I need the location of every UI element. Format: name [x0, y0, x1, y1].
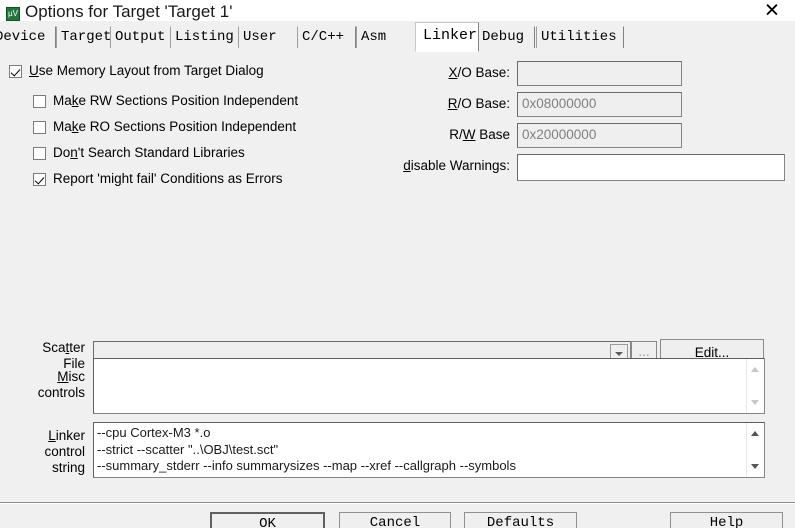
tab-label: Output	[115, 29, 166, 45]
accel-char: n	[70, 145, 78, 160]
tab-label: Target	[61, 29, 112, 45]
tab-user[interactable]: User	[238, 26, 300, 48]
xo-base-label: X/O Base:	[330, 65, 510, 80]
misc-label-line2: controls	[37, 385, 85, 400]
label-pre: Ma	[53, 119, 72, 134]
accel-char: d	[403, 158, 411, 173]
checkbox-label: Don't Search Standard Libraries	[53, 145, 245, 160]
title-bar: µV Options for Target 'Target 1' ✕	[0, 0, 795, 21]
misc-controls-scrollbar[interactable]	[746, 359, 764, 413]
misc-label-line1: Misc	[57, 369, 85, 384]
tab-label: Linker	[423, 27, 478, 44]
accel-char: g	[114, 171, 122, 186]
checkbox-box[interactable]	[33, 147, 46, 160]
accel-char: k	[71, 119, 79, 134]
options-for-target-dialog: µV Options for Target 'Target 1' ✕ Devic…	[0, 0, 795, 528]
checkbox-label: Make RW Sections Position Independent	[53, 93, 298, 108]
checkbox-box[interactable]	[33, 95, 46, 108]
scroll-up-icon[interactable]	[751, 365, 760, 374]
uvision-logo-icon: µV	[6, 7, 20, 21]
label-rest: se Memory Layout from Target Dialog	[38, 63, 264, 78]
disable-warnings-input[interactable]	[517, 154, 785, 181]
misc-controls-value	[94, 359, 747, 413]
accel-char: R	[447, 96, 458, 111]
accel-char: t	[65, 340, 70, 355]
accel-char: W	[462, 127, 476, 142]
tab-label: User	[243, 29, 277, 45]
linker-control-string-scrollbar[interactable]	[746, 423, 764, 477]
label-rest: e RO Sections Position Independent	[78, 119, 297, 134]
misc-controls-label: Misc controls	[8, 369, 85, 401]
tab-label: Asm	[361, 29, 387, 45]
label-rest: e RW Sections Position Independent	[78, 93, 299, 108]
checkbox-box[interactable]	[9, 65, 22, 78]
ro-base-label: R/O Base:	[330, 96, 510, 111]
dialog-button-bar: OK Cancel Defaults Help	[0, 504, 795, 528]
close-glyph: ✕	[764, 0, 780, 22]
lcs-label-line3: string	[51, 460, 85, 475]
window-title: Options for Target 'Target 1'	[25, 2, 233, 21]
tab-utilities[interactable]: Utilities	[536, 26, 624, 48]
ok-button[interactable]: OK	[210, 512, 325, 528]
linker-tab-panel: Use Memory Layout from Target Dialog Mak…	[0, 53, 795, 503]
tab-listing[interactable]: Listing	[170, 26, 241, 48]
ro-base-input[interactable]: 0x08000000	[517, 92, 682, 117]
caret-glyph	[615, 352, 623, 356]
cancel-button[interactable]: Cancel	[339, 512, 451, 528]
scroll-down-icon[interactable]	[751, 398, 760, 407]
tab-label: Debug	[482, 29, 525, 45]
label-pre: Report 'mi	[53, 171, 115, 186]
accel-char: k	[71, 93, 79, 108]
help-button[interactable]: Help	[670, 512, 783, 528]
checkbox-label: Report 'might fail' Conditions as Errors	[53, 171, 283, 186]
misc-controls-textarea[interactable]	[93, 358, 765, 414]
tab-target[interactable]: Target	[56, 26, 118, 48]
tab-asm[interactable]: Asm	[356, 26, 416, 48]
rw-base-label: R/W Base	[330, 127, 510, 142]
label-rest: isable Warnings:	[410, 158, 510, 173]
checkbox-label: Make RO Sections Position Independent	[53, 119, 296, 134]
lcs-label-line1: Linker	[48, 428, 85, 443]
tab-strip: Device Target Output Listing User C/C++ …	[0, 21, 795, 53]
xo-base-input[interactable]	[517, 61, 682, 86]
linker-control-string-value: --cpu Cortex-M3 *.o --strict --scatter "…	[97, 425, 516, 473]
label-rest: Base	[475, 127, 510, 142]
tab-cpp[interactable]: C/C++	[297, 26, 356, 48]
label-rest: ht fail' Conditions as Errors	[121, 171, 283, 186]
linker-control-string-label: Linker control string	[8, 428, 85, 476]
label-rest: /O Base:	[457, 65, 510, 80]
checkbox-label: Use Memory Layout from Target Dialog	[29, 63, 264, 78]
checkbox-box[interactable]	[33, 173, 46, 186]
accel-char: L	[48, 428, 56, 443]
defaults-button[interactable]: Defaults	[464, 512, 577, 528]
label-rest: /O Base:	[457, 96, 510, 111]
label-pre: R/	[449, 127, 463, 142]
tab-output[interactable]: Output	[110, 26, 174, 48]
tab-device[interactable]: Device	[0, 26, 56, 48]
scatter-file-label: Scatter File	[8, 340, 85, 372]
scroll-down-icon[interactable]	[751, 462, 760, 471]
tab-label: C/C++	[302, 29, 345, 45]
tab-label: Listing	[175, 29, 234, 45]
accel-char: M	[57, 369, 69, 384]
label-pre: Do	[53, 145, 71, 160]
lcs-label-line2: control	[44, 444, 85, 459]
checkbox-box[interactable]	[33, 121, 46, 134]
tab-debug[interactable]: Debug	[477, 26, 535, 48]
close-icon[interactable]: ✕	[749, 0, 795, 22]
scatter-label-line1: Scatter	[42, 340, 85, 355]
tab-linker[interactable]: Linker	[415, 22, 479, 52]
label-pre: Ma	[53, 93, 72, 108]
disable-warnings-label: disable Warnings:	[320, 158, 510, 173]
label-rest: 't Search Standard Libraries	[77, 145, 245, 160]
rw-base-input[interactable]: 0x20000000	[517, 123, 682, 148]
tab-label: Device	[0, 29, 46, 45]
accel-char: U	[29, 63, 39, 78]
tab-label: Utilities	[541, 29, 617, 45]
linker-control-string-textarea[interactable]: --cpu Cortex-M3 *.o --strict --scatter "…	[93, 422, 765, 478]
scroll-up-icon[interactable]	[751, 429, 760, 438]
